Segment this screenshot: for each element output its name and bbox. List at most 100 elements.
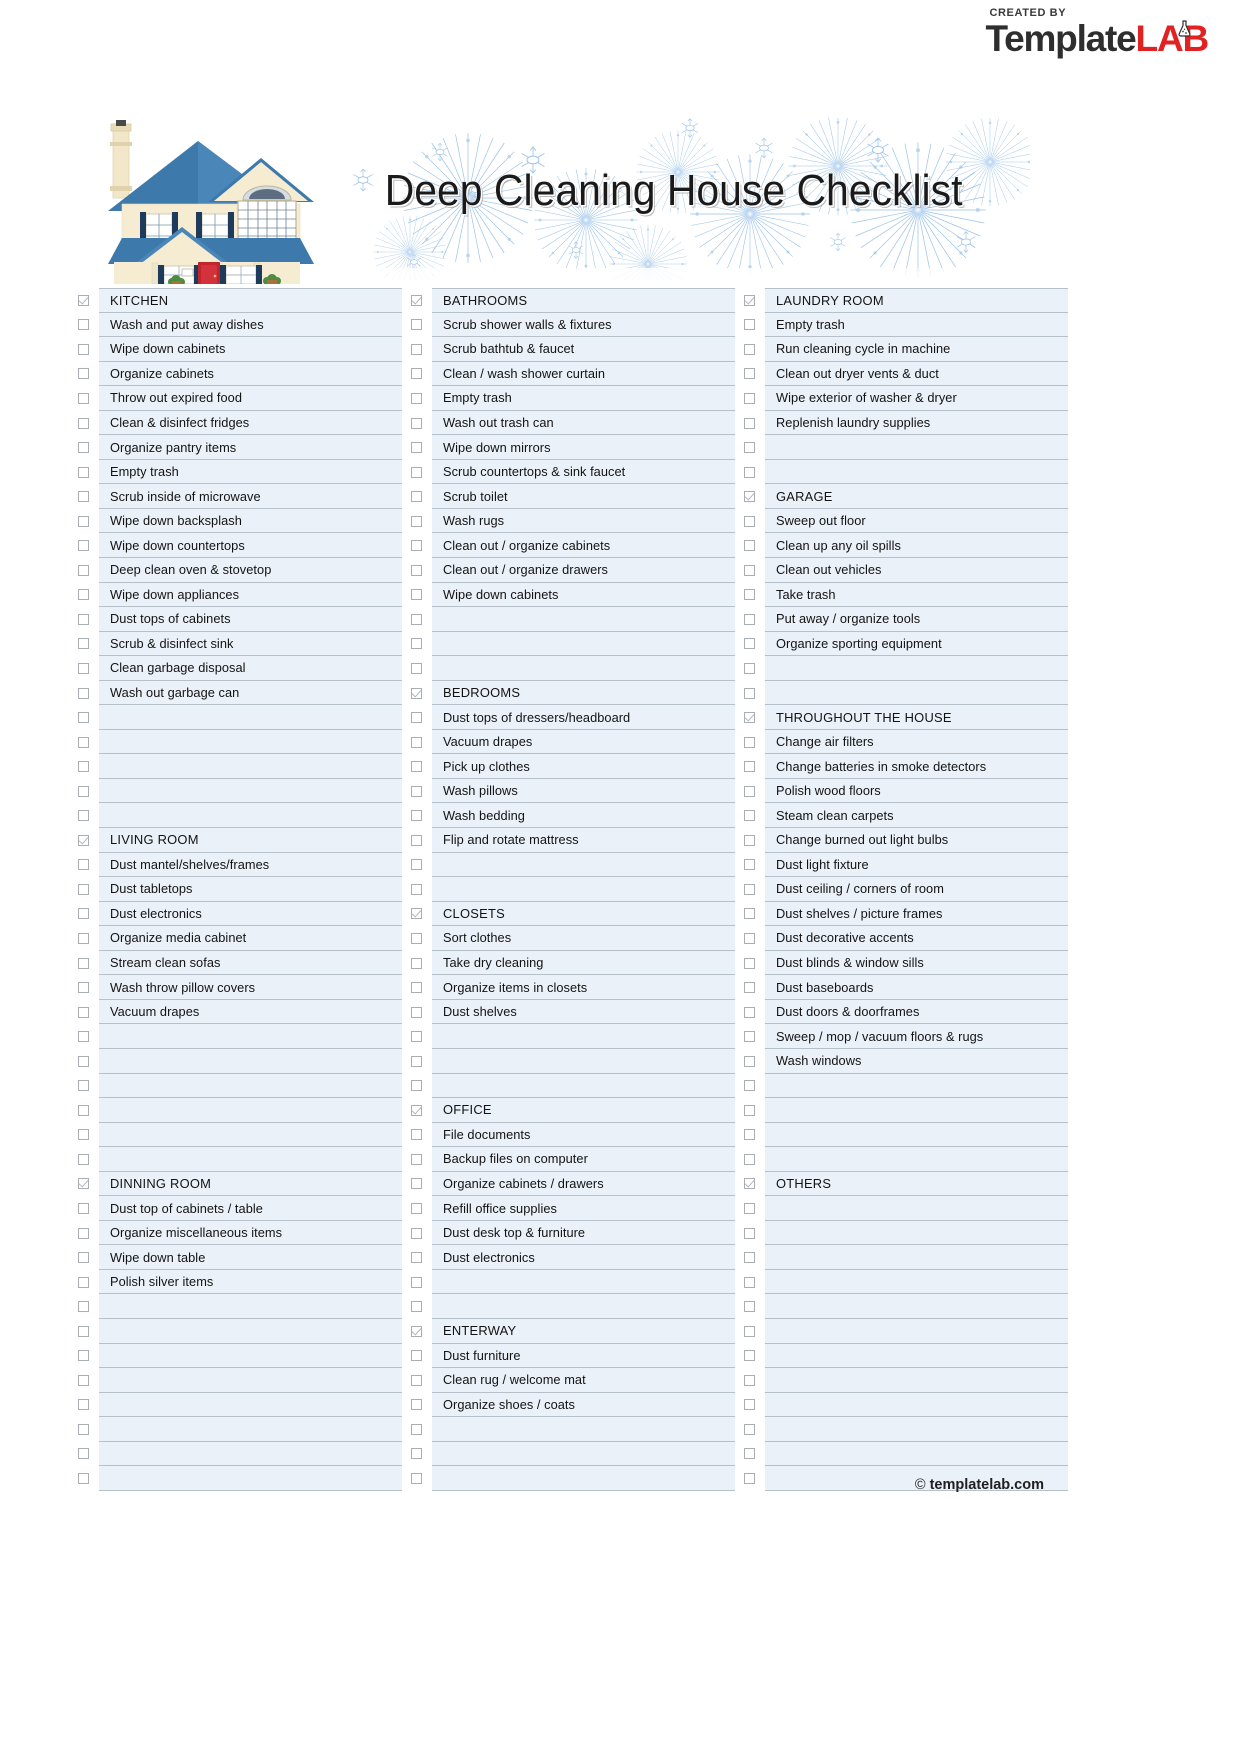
- blank-write-in-line[interactable]: [432, 656, 735, 681]
- checkbox-icon[interactable]: [744, 466, 755, 478]
- checkbox-icon[interactable]: [78, 687, 89, 699]
- checkbox-icon[interactable]: [744, 564, 755, 576]
- blank-write-in-line[interactable]: [765, 1368, 1068, 1393]
- checkbox-icon[interactable]: [78, 859, 89, 871]
- checkbox-icon[interactable]: [78, 1399, 89, 1411]
- checkbox-icon[interactable]: [411, 957, 422, 969]
- checked-checkbox-icon[interactable]: [744, 491, 755, 503]
- checkbox-icon[interactable]: [411, 613, 422, 625]
- blank-write-in-line[interactable]: [432, 1048, 735, 1074]
- checkbox-icon[interactable]: [78, 1423, 89, 1435]
- checkbox-icon[interactable]: [78, 736, 89, 748]
- checkbox-icon[interactable]: [411, 442, 422, 454]
- blank-write-in-line[interactable]: [99, 1441, 402, 1467]
- checkbox-icon[interactable]: [411, 932, 422, 944]
- blank-write-in-line[interactable]: [432, 1417, 735, 1442]
- checkbox-icon[interactable]: [411, 392, 422, 404]
- checkbox-icon[interactable]: [78, 1301, 89, 1313]
- checkbox-icon[interactable]: [411, 491, 422, 503]
- blank-write-in-line[interactable]: [432, 852, 735, 878]
- checkbox-icon[interactable]: [744, 1129, 755, 1141]
- checkbox-icon[interactable]: [78, 785, 89, 797]
- checkbox-icon[interactable]: [744, 810, 755, 822]
- checkbox-icon[interactable]: [744, 1031, 755, 1043]
- blank-write-in-line[interactable]: [99, 1318, 402, 1344]
- checkbox-icon[interactable]: [744, 662, 755, 674]
- checkbox-icon[interactable]: [78, 982, 89, 994]
- checkbox-icon[interactable]: [411, 466, 422, 478]
- checkbox-icon[interactable]: [78, 1080, 89, 1092]
- checkbox-icon[interactable]: [411, 785, 422, 797]
- blank-write-in-line[interactable]: [765, 1122, 1068, 1148]
- checked-checkbox-icon[interactable]: [411, 687, 422, 699]
- blank-write-in-line[interactable]: [99, 1417, 402, 1442]
- blank-write-in-line[interactable]: [99, 778, 402, 804]
- checkbox-icon[interactable]: [78, 932, 89, 944]
- blank-write-in-line[interactable]: [765, 1441, 1068, 1467]
- checkbox-icon[interactable]: [744, 736, 755, 748]
- checkbox-icon[interactable]: [78, 1325, 89, 1337]
- checkbox-icon[interactable]: [78, 1129, 89, 1141]
- checkbox-icon[interactable]: [411, 319, 422, 331]
- checkbox-icon[interactable]: [411, 540, 422, 552]
- checkbox-icon[interactable]: [744, 417, 755, 429]
- checkbox-icon[interactable]: [78, 638, 89, 650]
- checkbox-icon[interactable]: [78, 761, 89, 773]
- blank-write-in-line[interactable]: [765, 680, 1068, 706]
- checkbox-icon[interactable]: [411, 1227, 422, 1239]
- checkbox-icon[interactable]: [411, 417, 422, 429]
- checkbox-icon[interactable]: [411, 1276, 422, 1288]
- blank-write-in-line[interactable]: [765, 1269, 1068, 1295]
- checked-checkbox-icon[interactable]: [411, 908, 422, 920]
- checkbox-icon[interactable]: [744, 1203, 755, 1214]
- checkbox-icon[interactable]: [744, 785, 755, 797]
- blank-write-in-line[interactable]: [765, 1392, 1068, 1418]
- blank-write-in-line[interactable]: [99, 1024, 402, 1049]
- checked-checkbox-icon[interactable]: [411, 1325, 422, 1337]
- checked-checkbox-icon[interactable]: [411, 1104, 422, 1116]
- checkbox-icon[interactable]: [411, 1423, 422, 1435]
- checkbox-icon[interactable]: [78, 491, 89, 503]
- checkbox-icon[interactable]: [78, 442, 89, 454]
- blank-write-in-line[interactable]: [99, 1122, 402, 1148]
- checkbox-icon[interactable]: [78, 319, 89, 331]
- checkbox-icon[interactable]: [78, 613, 89, 625]
- checkbox-icon[interactable]: [744, 1055, 755, 1067]
- checkbox-icon[interactable]: [744, 1227, 755, 1239]
- checked-checkbox-icon[interactable]: [411, 294, 422, 306]
- checked-checkbox-icon[interactable]: [78, 834, 89, 846]
- checkbox-icon[interactable]: [78, 540, 89, 552]
- checkbox-icon[interactable]: [411, 883, 422, 895]
- checkbox-icon[interactable]: [744, 638, 755, 650]
- checkbox-icon[interactable]: [411, 1129, 422, 1141]
- checkbox-icon[interactable]: [411, 1031, 422, 1043]
- checkbox-icon[interactable]: [78, 1448, 89, 1460]
- checkbox-icon[interactable]: [411, 368, 422, 380]
- checkbox-icon[interactable]: [744, 1374, 755, 1386]
- blank-write-in-line[interactable]: [99, 729, 402, 755]
- blank-write-in-line[interactable]: [99, 1368, 402, 1393]
- checkbox-icon[interactable]: [78, 662, 89, 674]
- checkbox-icon[interactable]: [744, 1080, 755, 1092]
- checkbox-icon[interactable]: [744, 1399, 755, 1411]
- checkbox-icon[interactable]: [744, 589, 755, 601]
- blank-write-in-line[interactable]: [432, 607, 735, 632]
- blank-write-in-line[interactable]: [765, 1073, 1068, 1099]
- checkbox-icon[interactable]: [411, 1006, 422, 1018]
- checkbox-icon[interactable]: [744, 1006, 755, 1018]
- checkbox-icon[interactable]: [78, 343, 89, 355]
- checked-checkbox-icon[interactable]: [744, 1178, 755, 1190]
- checkbox-icon[interactable]: [78, 466, 89, 478]
- checkbox-icon[interactable]: [78, 1055, 89, 1067]
- checkbox-icon[interactable]: [78, 1227, 89, 1239]
- checkbox-icon[interactable]: [78, 810, 89, 822]
- checkbox-icon[interactable]: [78, 589, 89, 601]
- checkbox-icon[interactable]: [78, 1252, 89, 1264]
- blank-write-in-line[interactable]: [99, 754, 402, 779]
- checkbox-icon[interactable]: [744, 319, 755, 331]
- checkbox-icon[interactable]: [744, 392, 755, 404]
- checkbox-icon[interactable]: [78, 1104, 89, 1116]
- blank-write-in-line[interactable]: [99, 1343, 402, 1369]
- checkbox-icon[interactable]: [744, 982, 755, 994]
- checkbox-icon[interactable]: [78, 957, 89, 969]
